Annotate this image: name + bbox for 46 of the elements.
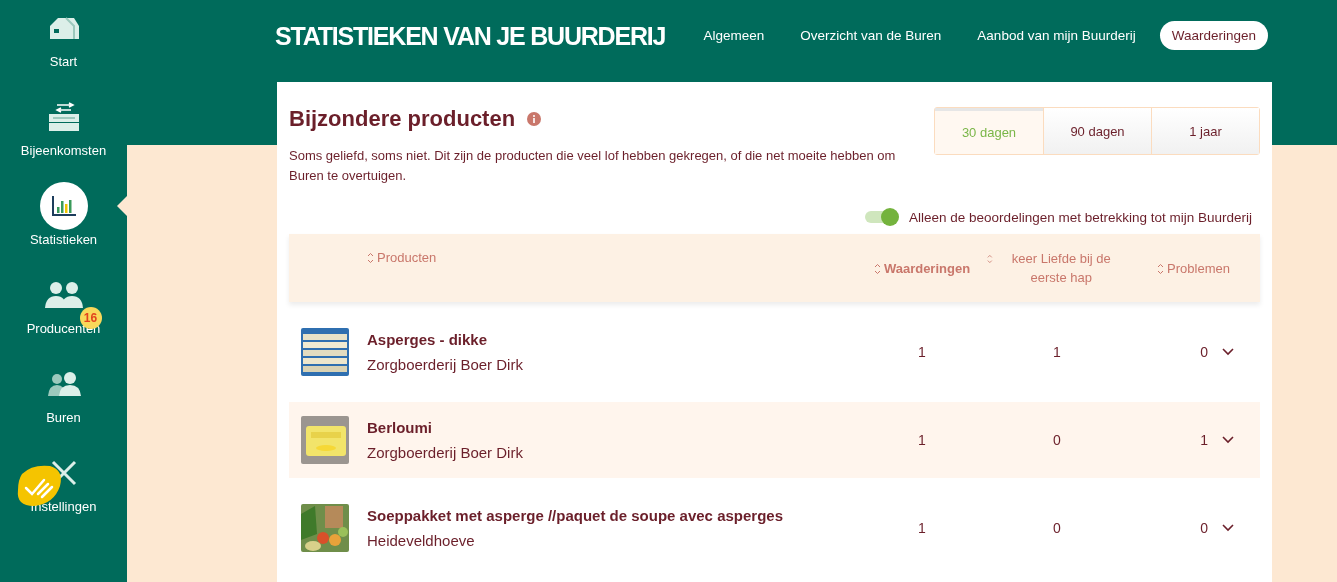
toggle-label: Alleen de beoordelingen met betrekking tot mijn Buurderij	[909, 209, 1252, 225]
table-cell: 0	[1053, 520, 1061, 536]
nav-tab[interactable]: Waarderingen	[1159, 21, 1268, 50]
chevron-down-icon[interactable]	[1222, 348, 1234, 356]
sort-icon	[367, 252, 374, 264]
sidebar-item[interactable]: Statistieken	[0, 182, 127, 271]
sidebar-item[interactable]: 16 Producenten	[0, 271, 127, 360]
producer-name: Zorgboerderij Boer Dirk	[367, 356, 524, 373]
page-title: STATISTIEKEN VAN JE BUURDERIJ	[275, 20, 666, 51]
sort-icon	[1157, 262, 1165, 275]
table-cell: 1	[1053, 344, 1061, 360]
people-icon	[43, 280, 84, 310]
period-tab[interactable]: 90 dagen	[1043, 108, 1151, 154]
nav-tab[interactable]: Overzicht van de Buren	[788, 21, 954, 50]
house-icon	[47, 16, 80, 40]
product-name: Berloumi	[367, 419, 433, 436]
producer-name: Heideveldhoeve	[367, 532, 476, 549]
product-name: Asperges - dikke	[367, 331, 489, 348]
table-cell: 1	[1200, 432, 1208, 448]
period-tab[interactable]: 1 jaar	[1151, 108, 1259, 154]
info-icon[interactable]	[527, 112, 542, 126]
bar-chart-icon	[50, 195, 77, 217]
nav-tab[interactable]: Aanbod van mijn Buurderij	[965, 21, 1148, 50]
table-row[interactable]: Berloumi Zorgboerderij Boer Dirk 1 0 1	[289, 402, 1260, 478]
table-cell: 0	[1053, 432, 1061, 448]
description: Soms geliefd, soms niet. Dit zijn de producten die veel lof hebben gekregen, of die net moeite hebben om Buren te overtuigen.	[289, 147, 897, 185]
sort-icon	[873, 262, 881, 275]
table-cell: 0	[1200, 520, 1208, 536]
chevron-down-icon[interactable]	[1222, 524, 1234, 532]
sidebar-item[interactable]: Bijeenkomsten	[0, 93, 127, 182]
crates-icon	[46, 102, 81, 132]
table-cell: 1	[918, 432, 926, 448]
toggle-switch[interactable]	[865, 208, 900, 226]
sidebar-item[interactable]: Start	[0, 4, 127, 93]
people-icon	[45, 371, 82, 397]
chevron-down-icon[interactable]	[1222, 436, 1234, 444]
table-cell: 1	[918, 520, 926, 536]
table-cell: 0	[1200, 344, 1208, 360]
product-name: Soeppakket met asperge //paquet de soupe avec asperges	[367, 507, 784, 524]
sidebar-item[interactable]: Buren	[0, 360, 127, 449]
nav-tab[interactable]: Algemeen	[691, 21, 777, 50]
card-title: Bijzondere producten	[289, 106, 516, 132]
pointer-notch	[117, 196, 127, 216]
sort-icon	[987, 253, 993, 265]
producer-name: Zorgboerderij Boer Dirk	[367, 444, 524, 461]
table-cell: 1	[918, 344, 926, 360]
